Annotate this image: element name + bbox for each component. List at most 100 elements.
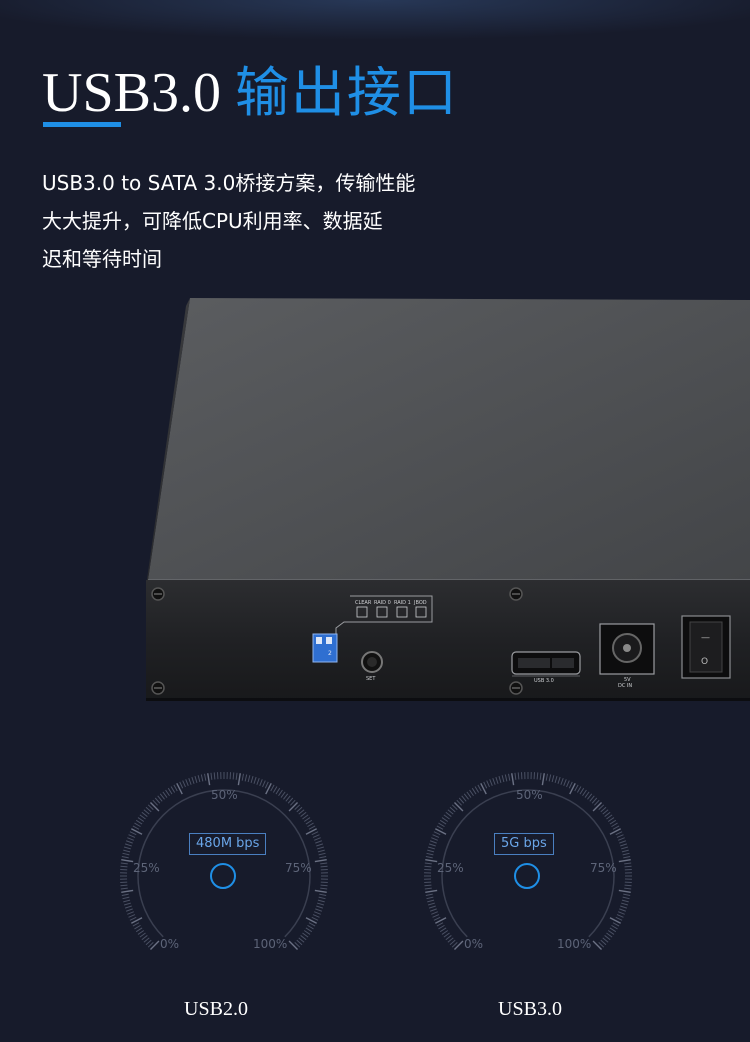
gauge-tick [244,774,248,782]
gauge-tick [429,840,437,844]
gauge-tick [453,801,464,812]
gauge-tick [425,859,438,863]
gauge-tick [197,775,201,783]
gauge-tick [317,899,325,903]
enclosure-top [148,298,750,580]
gauge-tick [154,797,161,804]
gauge-tick [250,775,254,783]
gauge-tick [606,932,613,938]
gauge-tick [602,809,609,815]
gauge-tick [438,924,445,930]
gauge-tick [598,942,605,948]
gauge-tick [600,939,607,946]
gauge-tick [308,922,316,927]
gauge-tick [548,774,552,782]
gauge-tick [456,799,462,806]
gauge-tick [451,804,458,810]
gauge-tick [592,940,603,951]
gauge-tick [624,884,632,887]
gauge-tick [303,817,311,822]
gauge-tick [191,776,195,784]
gauge-tick [449,806,456,813]
gauge-tick [296,806,303,813]
gauge-tick [141,935,148,941]
gauge-hub-icon [210,863,236,889]
gauge-tick [551,775,555,783]
gauge-tick [618,911,625,915]
gauge-tick [441,817,449,822]
label-jbod: JBOD [413,600,427,606]
gauge-tick [213,772,216,780]
gauge-tick [584,791,590,798]
description-line: USB3.0 to SATA 3.0桥接方案，传输性能 [42,171,416,195]
gauge-tick [253,776,257,784]
gauge-tick [428,843,436,847]
label-clear: CLEAR [355,600,372,606]
gauge-tick [447,937,454,943]
gauge-tick [616,914,624,918]
gauge-tick [294,942,301,948]
gauge-tick [486,780,490,788]
gauge-tick [426,896,434,900]
gauge-tick [312,834,320,838]
description-line: 迟和等待时间 [42,247,162,271]
gauge-tick [498,775,502,783]
gauge-tick [210,772,213,780]
gauge-tick-label: 100% [253,937,288,951]
device-enclosure: CLEAR RAID 0 RAID 1 JBOD 2 SET USB 3.0 5… [146,298,750,701]
gauge-tick-label: 75% [590,861,617,875]
gauge-label: USB2.0 [184,998,248,1020]
gauge-tick [123,899,131,903]
gauge-tick [554,775,558,783]
gauge-tick [319,856,327,859]
gauge-tick [432,914,440,918]
gauge-tick [232,772,235,780]
gauge-tick [492,777,496,785]
gauge-tick [179,781,184,789]
gauge-tick [471,787,477,795]
gauge-tick [149,940,160,951]
gauge-tick [318,852,326,856]
gauge-tick [165,789,170,797]
gauge-tick [316,905,324,909]
gauge-tick [120,884,128,887]
label-usb: USB 3.0 [534,678,554,684]
gauge-tick [445,935,452,941]
enclosure-front [146,580,750,700]
gauge-tick [453,940,464,951]
gauge-tick [560,777,564,785]
gauge-tick [317,902,325,906]
gauge-tick [302,814,309,820]
gauge-tick [443,932,450,938]
label-power-2: DC IN [618,683,632,689]
gauge-tick [307,822,314,828]
gauge-tick [188,777,192,785]
gauge-tick [624,862,632,865]
gauge-tick [425,856,433,859]
gauge-tick [194,775,198,783]
gauge-tick [427,902,435,906]
gauge-tick [426,852,434,856]
gauge-tick [147,804,154,810]
gauge-tick [436,922,444,927]
gauge-tick [574,784,579,792]
gauge-tick [317,846,325,850]
gauge-tick [511,773,515,786]
gauge-tick [427,849,435,853]
gauge-tick [568,781,573,789]
gauge-tick [449,939,456,946]
gauge-tick [314,859,327,863]
gauge-tick [143,809,150,815]
gauge-tick [123,846,131,850]
gauge-tick [129,916,137,921]
gauge-tick [305,927,313,933]
gauge-tick [200,774,204,782]
gauge-tick [128,914,136,918]
gauge-tick [314,889,327,893]
gauge-tick [607,930,615,935]
gauge-tick [139,932,146,938]
gauge-tick [591,797,598,804]
gauge-tick [604,811,611,817]
gauge-tick [320,865,328,868]
gauge-tick [128,834,136,838]
